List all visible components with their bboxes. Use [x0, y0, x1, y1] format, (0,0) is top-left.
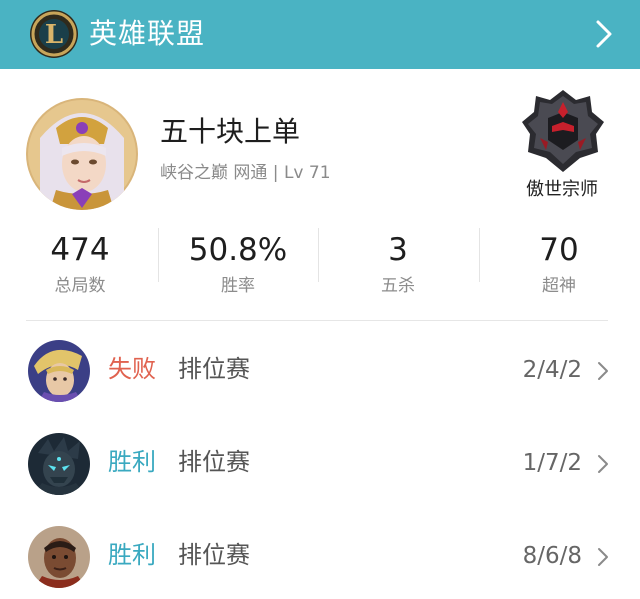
match-kda: 8/6/8	[522, 543, 582, 569]
match-result: 胜利	[108, 541, 156, 569]
chevron-right-icon[interactable]	[596, 453, 610, 475]
app-title: 英雄联盟	[89, 17, 206, 50]
match-type: 排位赛	[178, 448, 250, 476]
chevron-right-icon[interactable]	[596, 546, 610, 568]
stat-value: 474	[50, 232, 110, 268]
player-server-level: 峡谷之巅 网通 | Lv 71	[160, 163, 331, 183]
champion-portrait-icon	[28, 340, 90, 402]
svg-text:L: L	[45, 20, 63, 50]
champion-portrait-icon	[28, 526, 90, 588]
stat-label: 超神	[542, 276, 576, 296]
rank-title: 傲世宗师	[526, 179, 598, 200]
player-avatar[interactable]	[26, 98, 138, 210]
chevron-right-icon[interactable]	[596, 360, 610, 382]
player-name: 五十块上单	[160, 115, 301, 148]
match-result: 失败	[108, 355, 156, 383]
app-header: L 英雄联盟	[0, 0, 640, 69]
stat-penta-kills: 3 五杀	[318, 222, 478, 306]
stat-value: 50.8%	[188, 232, 288, 268]
match-kda: 2/4/2	[522, 357, 582, 383]
chevron-right-icon[interactable]	[594, 18, 614, 50]
match-kda: 1/7/2	[522, 450, 582, 476]
match-row[interactable]: 胜利 排位赛 1/7/2	[0, 433, 640, 523]
champion-portrait-icon	[26, 98, 138, 210]
lol-logo-icon: L	[30, 10, 78, 58]
match-result: 胜利	[108, 448, 156, 476]
stat-label: 胜率	[221, 276, 255, 296]
stat-label: 总局数	[54, 276, 106, 296]
stat-win-rate: 50.8% 胜率	[158, 222, 318, 306]
champion-portrait-icon	[28, 433, 90, 495]
stats-row: 474 总局数 50.8% 胜率 3 五杀 70 超神	[0, 222, 640, 306]
stat-total-games: 474 总局数	[0, 222, 160, 306]
stat-legendary: 70 超神	[479, 222, 639, 306]
champion-avatar	[28, 433, 90, 495]
match-row[interactable]: 胜利 排位赛 8/6/8	[0, 526, 640, 599]
section-divider	[26, 320, 608, 321]
stat-value: 70	[539, 232, 579, 268]
match-row[interactable]: 失败 排位赛 2/4/2	[0, 340, 640, 430]
grandmaster-rank-icon[interactable]	[518, 88, 608, 174]
match-type: 排位赛	[178, 355, 250, 383]
match-type: 排位赛	[178, 541, 250, 569]
champion-avatar	[28, 526, 90, 588]
stat-label: 五杀	[381, 276, 415, 296]
champion-avatar	[28, 340, 90, 402]
stat-value: 3	[388, 232, 408, 268]
